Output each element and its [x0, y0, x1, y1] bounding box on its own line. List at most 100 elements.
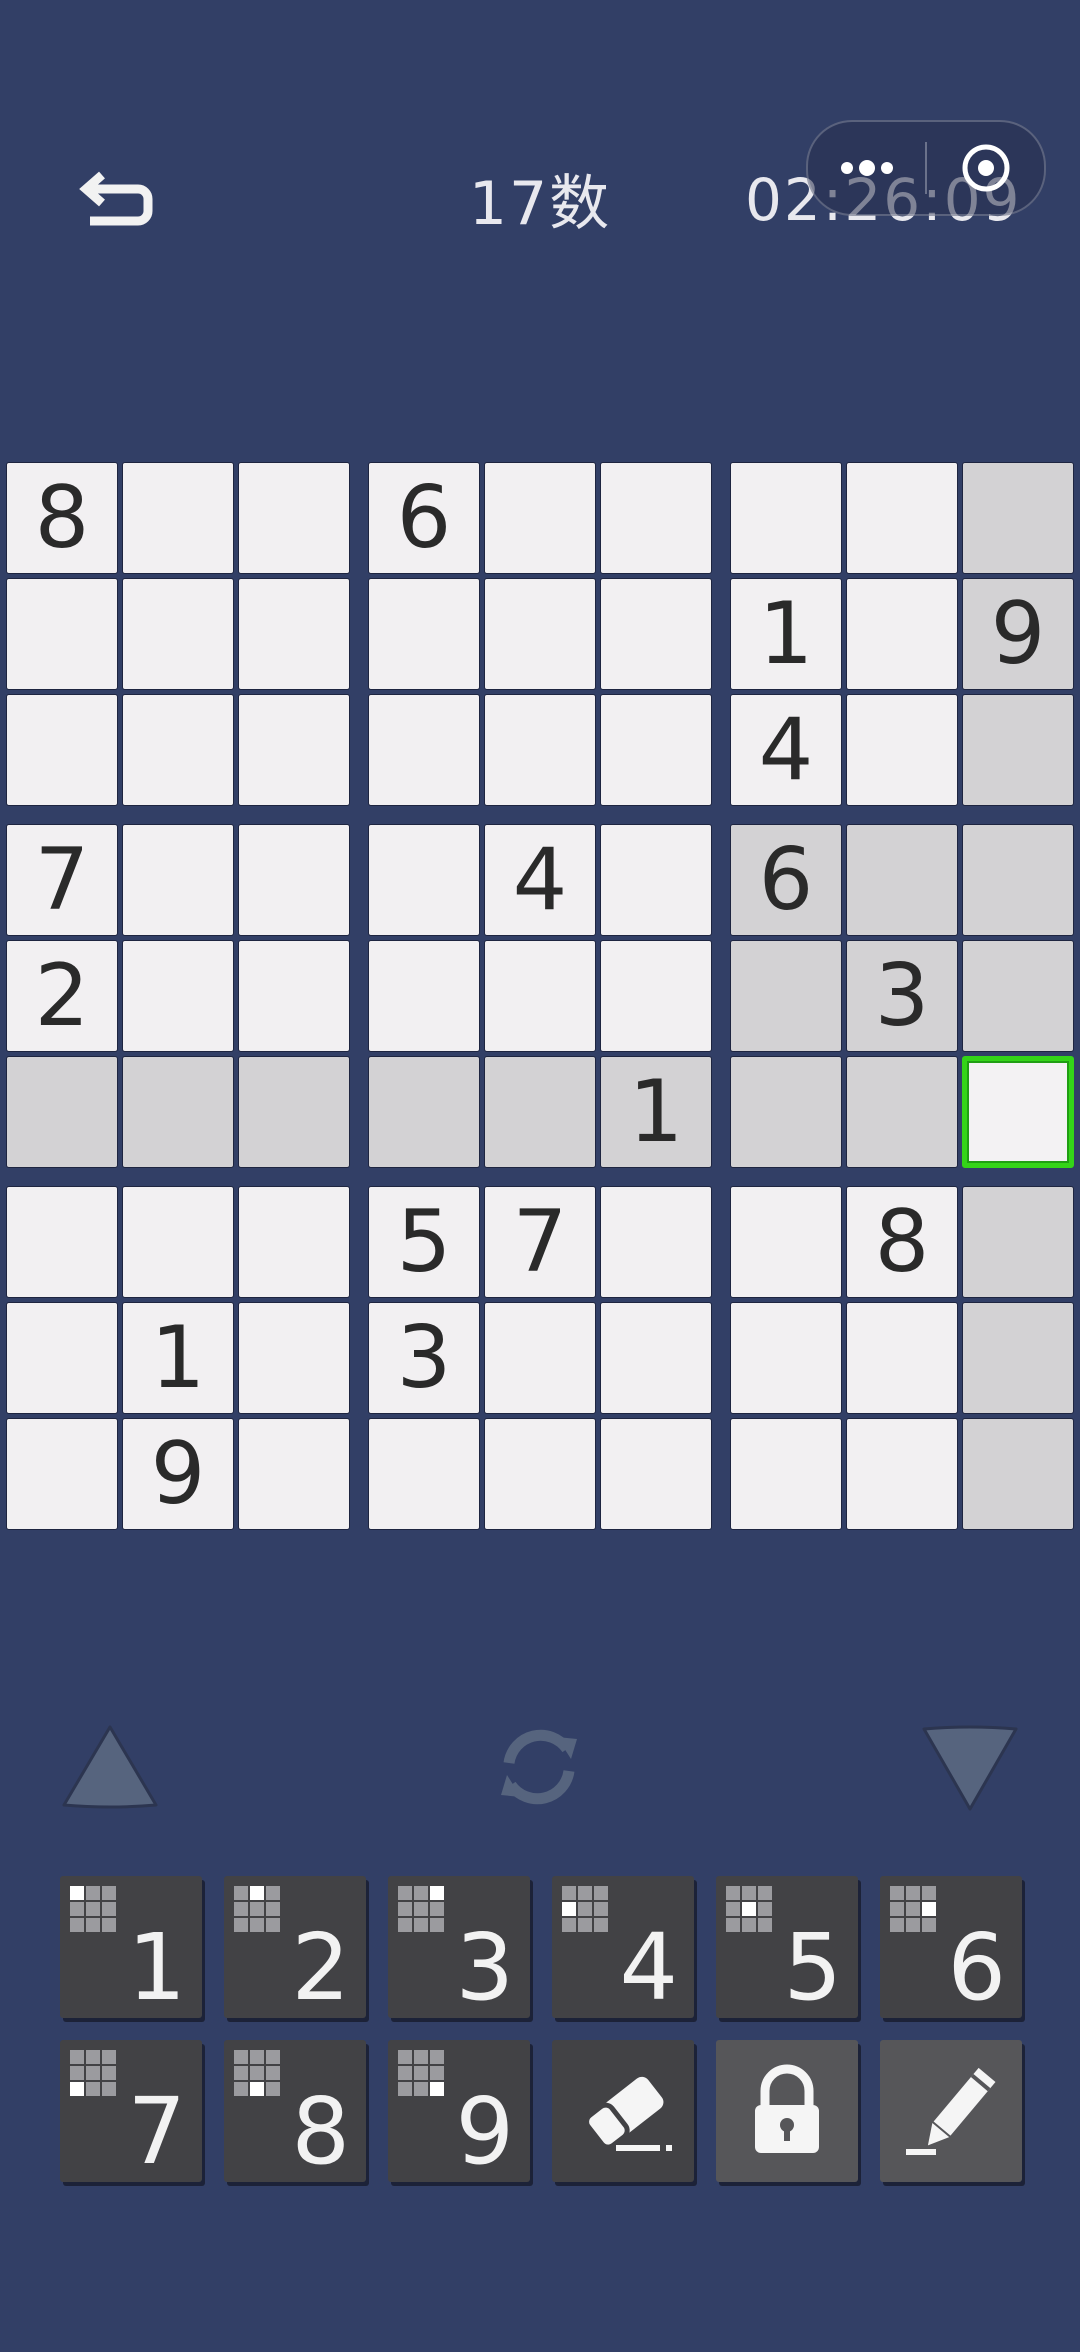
- more-button[interactable]: [808, 122, 925, 214]
- selected-cell[interactable]: [962, 1056, 1074, 1168]
- sudoku-cell[interactable]: [730, 1418, 842, 1530]
- digit-key-8[interactable]: 8: [224, 2040, 366, 2182]
- sudoku-cell[interactable]: [368, 1056, 480, 1168]
- sudoku-cell[interactable]: [368, 694, 480, 806]
- sudoku-cell[interactable]: [484, 462, 596, 574]
- pencil-button[interactable]: [880, 2040, 1022, 2182]
- sudoku-cell[interactable]: 1: [122, 1302, 234, 1414]
- sudoku-cell[interactable]: 1: [730, 578, 842, 690]
- digit-key-5[interactable]: 5: [716, 1876, 858, 2018]
- sudoku-cell[interactable]: [730, 1056, 842, 1168]
- sudoku-cell[interactable]: 8: [846, 1186, 958, 1298]
- sudoku-cell[interactable]: [122, 462, 234, 574]
- sudoku-cell[interactable]: [238, 1056, 350, 1168]
- sudoku-cell[interactable]: 5: [368, 1186, 480, 1298]
- sudoku-cell[interactable]: 4: [730, 694, 842, 806]
- sudoku-cell[interactable]: [368, 940, 480, 1052]
- sudoku-cell[interactable]: [962, 940, 1074, 1052]
- sudoku-cell[interactable]: [122, 940, 234, 1052]
- digit-key-6[interactable]: 6: [880, 1876, 1022, 2018]
- scroll-up-button[interactable]: [58, 1718, 162, 1814]
- sudoku-cell[interactable]: [6, 1186, 118, 1298]
- sudoku-cell[interactable]: [122, 1186, 234, 1298]
- sudoku-cell[interactable]: [962, 694, 1074, 806]
- sudoku-cell[interactable]: [600, 578, 712, 690]
- sudoku-cell[interactable]: [846, 1302, 958, 1414]
- sudoku-cell[interactable]: [238, 694, 350, 806]
- sudoku-cell[interactable]: [6, 694, 118, 806]
- sudoku-cell[interactable]: [600, 1186, 712, 1298]
- sudoku-cell[interactable]: [484, 940, 596, 1052]
- digit-key-3[interactable]: 3: [388, 1876, 530, 2018]
- sudoku-cell[interactable]: [600, 824, 712, 936]
- sudoku-cell[interactable]: 3: [846, 940, 958, 1052]
- sudoku-cell[interactable]: [846, 1418, 958, 1530]
- sudoku-cell[interactable]: [238, 462, 350, 574]
- sudoku-cell[interactable]: [484, 1056, 596, 1168]
- sudoku-cell[interactable]: [484, 578, 596, 690]
- back-button[interactable]: [72, 158, 162, 238]
- sudoku-cell[interactable]: [846, 1056, 958, 1168]
- sudoku-cell[interactable]: 8: [6, 462, 118, 574]
- sudoku-cell[interactable]: [730, 1302, 842, 1414]
- sudoku-cell[interactable]: [122, 1056, 234, 1168]
- sudoku-cell[interactable]: [846, 694, 958, 806]
- sudoku-cell[interactable]: [600, 462, 712, 574]
- scroll-down-button[interactable]: [918, 1720, 1022, 1816]
- sudoku-cell[interactable]: [962, 462, 1074, 574]
- sudoku-cell[interactable]: [238, 1302, 350, 1414]
- sudoku-cell[interactable]: [484, 1302, 596, 1414]
- sudoku-cell[interactable]: [962, 1418, 1074, 1530]
- sudoku-cell[interactable]: [730, 1186, 842, 1298]
- sudoku-cell[interactable]: [962, 1302, 1074, 1414]
- sudoku-cell[interactable]: [846, 578, 958, 690]
- sudoku-cell[interactable]: [6, 578, 118, 690]
- sudoku-cell[interactable]: [122, 578, 234, 690]
- sudoku-cell[interactable]: 7: [484, 1186, 596, 1298]
- sudoku-cell[interactable]: [730, 940, 842, 1052]
- eraser-icon: [584, 2076, 672, 2151]
- digit-key-7[interactable]: 7: [60, 2040, 202, 2182]
- sudoku-cell[interactable]: 3: [368, 1302, 480, 1414]
- sudoku-cell[interactable]: [238, 940, 350, 1052]
- lock-button[interactable]: [716, 2040, 858, 2182]
- sudoku-cell[interactable]: [6, 1302, 118, 1414]
- close-button[interactable]: [927, 122, 1044, 214]
- sudoku-cell[interactable]: 9: [962, 578, 1074, 690]
- sudoku-cell[interactable]: [368, 824, 480, 936]
- digit-key-2[interactable]: 2: [224, 1876, 366, 2018]
- sudoku-cell[interactable]: [962, 1186, 1074, 1298]
- sudoku-cell[interactable]: [122, 694, 234, 806]
- sudoku-cell[interactable]: 4: [484, 824, 596, 936]
- sudoku-cell[interactable]: [846, 462, 958, 574]
- digit-key-4[interactable]: 4: [552, 1876, 694, 2018]
- sudoku-cell[interactable]: [600, 940, 712, 1052]
- digit-key-9[interactable]: 9: [388, 2040, 530, 2182]
- sudoku-cell[interactable]: [238, 578, 350, 690]
- sudoku-cell[interactable]: [484, 694, 596, 806]
- sudoku-cell[interactable]: [962, 824, 1074, 936]
- sudoku-cell[interactable]: [730, 462, 842, 574]
- sudoku-cell[interactable]: [368, 1418, 480, 1530]
- sudoku-cell[interactable]: [600, 1418, 712, 1530]
- sudoku-cell[interactable]: [600, 694, 712, 806]
- sudoku-cell[interactable]: 9: [122, 1418, 234, 1530]
- sudoku-cell[interactable]: [238, 1418, 350, 1530]
- sudoku-cell[interactable]: [600, 1302, 712, 1414]
- sudoku-cell[interactable]: [6, 1418, 118, 1530]
- sudoku-cell[interactable]: [122, 824, 234, 936]
- sudoku-cell[interactable]: [368, 578, 480, 690]
- refresh-button[interactable]: [486, 1714, 592, 1820]
- eraser-button[interactable]: [552, 2040, 694, 2182]
- digit-key-1[interactable]: 1: [60, 1876, 202, 2018]
- sudoku-cell[interactable]: [238, 824, 350, 936]
- sudoku-cell[interactable]: [846, 824, 958, 936]
- sudoku-cell[interactable]: 6: [368, 462, 480, 574]
- sudoku-cell[interactable]: [238, 1186, 350, 1298]
- sudoku-cell[interactable]: 6: [730, 824, 842, 936]
- sudoku-cell[interactable]: [484, 1418, 596, 1530]
- sudoku-cell[interactable]: 1: [600, 1056, 712, 1168]
- sudoku-cell[interactable]: [6, 1056, 118, 1168]
- sudoku-cell[interactable]: 7: [6, 824, 118, 936]
- sudoku-cell[interactable]: 2: [6, 940, 118, 1052]
